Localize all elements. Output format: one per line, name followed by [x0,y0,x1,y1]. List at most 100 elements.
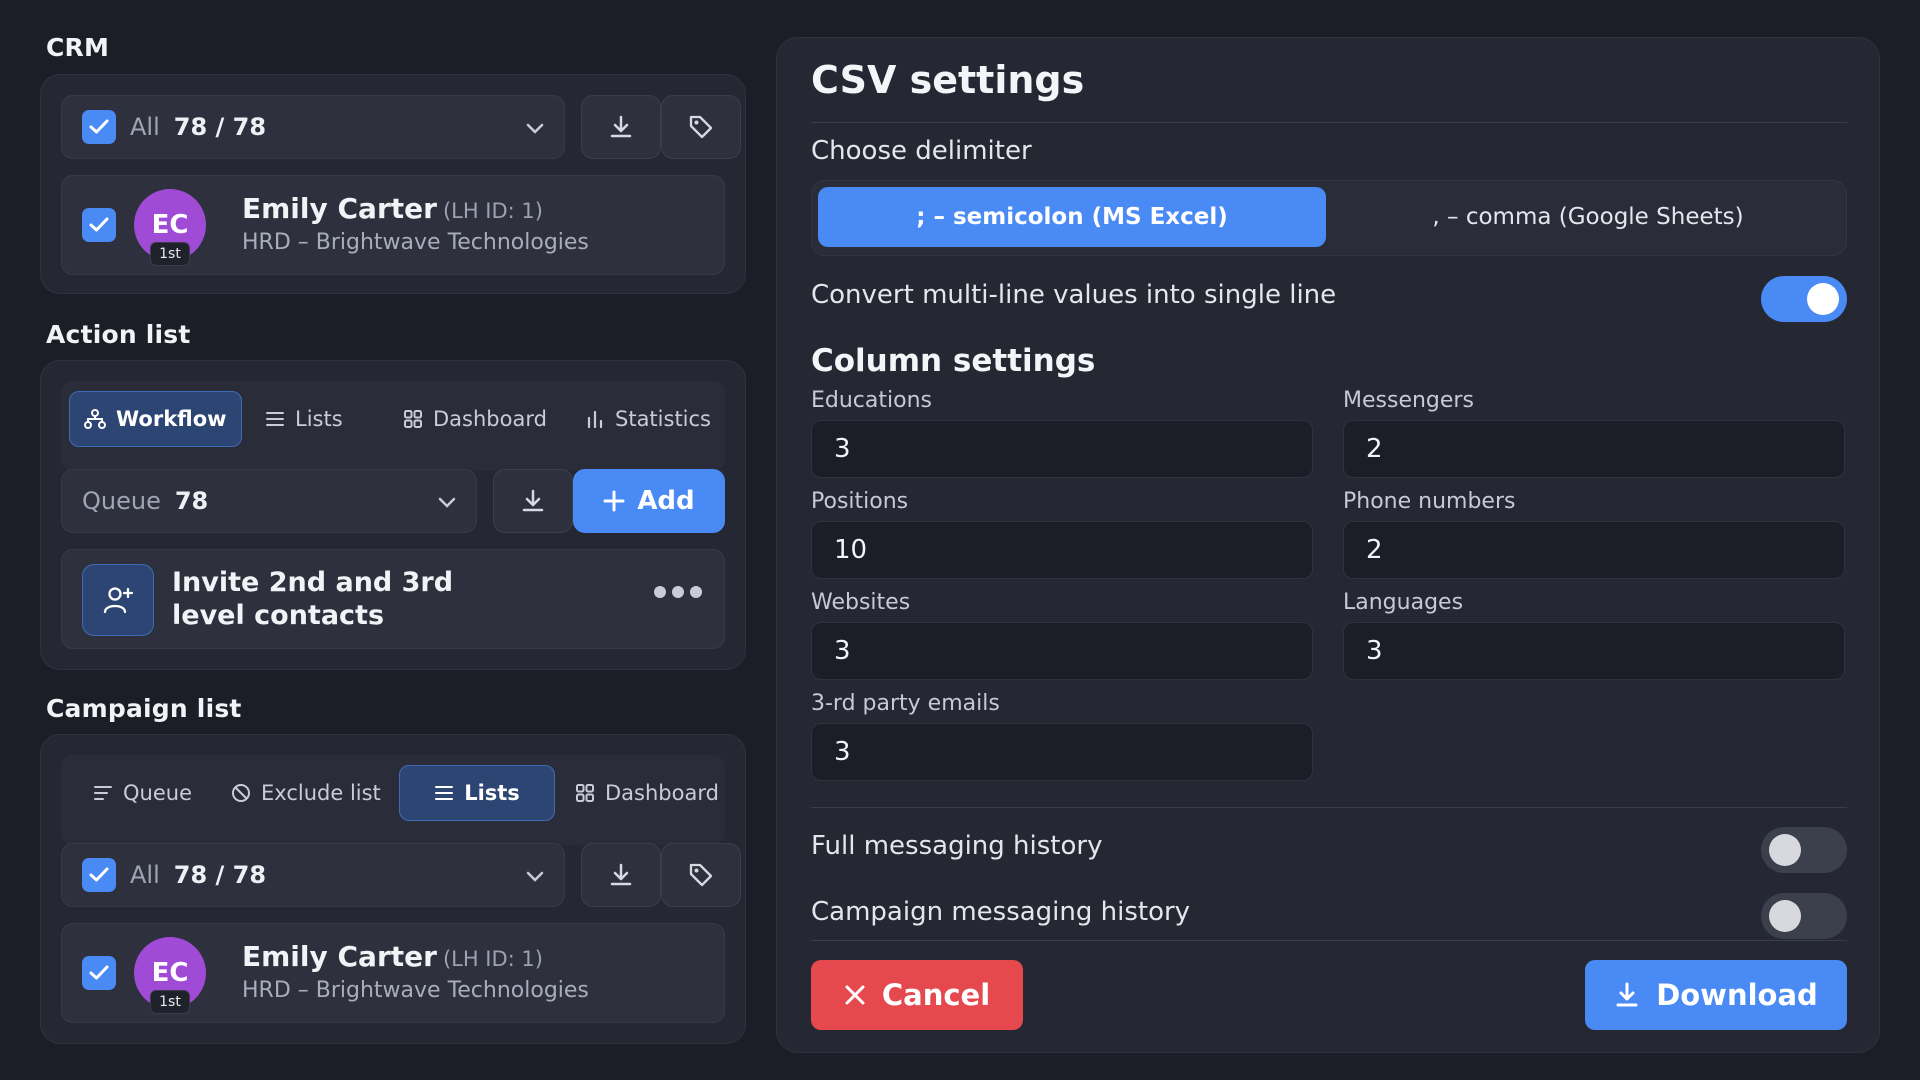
crm-card: All 78 / 78 EC 1st Emily Carter (LH ID: 1… [40,74,746,294]
delimiter-comma-option[interactable]: , – comma (Google Sheets) [1334,187,1842,247]
select-all-label: All [130,861,160,889]
convert-label: Convert multi-line values into single li… [811,280,1337,310]
educations-field[interactable]: 3 [811,420,1313,478]
tab-label: Statistics [615,407,711,431]
queue-icon [94,786,112,800]
websites-field[interactable]: 3 [811,622,1313,680]
campaign-list-title: Campaign list [46,694,242,723]
contact-checkbox[interactable] [82,956,116,990]
download-button[interactable]: Download [1585,960,1847,1030]
campaign-history-label: Campaign messaging history [811,897,1191,927]
tag-icon[interactable] [661,95,741,159]
select-all-label: All [130,113,160,141]
contact-checkbox[interactable] [82,208,116,242]
tag-icon[interactable] [661,843,741,907]
full-history-label: Full messaging history [811,831,1103,861]
chevron-down-icon[interactable] [438,487,456,515]
divider [811,122,1847,123]
list-icon [435,786,454,800]
cancel-label: Cancel [881,978,991,1012]
action-item[interactable]: Invite 2nd and 3rd level contacts [61,549,725,649]
full-history-toggle[interactable] [1761,827,1847,873]
tab-label: Workflow [116,407,227,431]
tab-label: Dashboard [433,407,547,431]
messengers-label: Messengers [1343,388,1474,413]
campaign-list-card: Queue Exclude list Lists Dashboard All 7… [40,734,746,1044]
contact-name: Emily Carter [242,192,437,225]
contact-card[interactable]: EC 1st Emily Carter (LH ID: 1) HRD – Brig… [61,923,725,1023]
contact-subtitle: HRD – Brightwave Technologies [242,978,589,1003]
websites-label: Websites [811,590,911,615]
languages-field[interactable]: 3 [1343,622,1845,680]
select-all-checkbox[interactable] [82,858,116,892]
tab-label: Exclude list [261,781,381,805]
contact-id: (LH ID: 1) [442,199,543,223]
chevron-down-icon[interactable] [526,113,544,141]
tab-workflow[interactable]: Workflow [69,391,242,447]
tab-statistics[interactable]: Statistics [571,391,725,447]
emails-field[interactable]: 3 [811,723,1313,781]
csv-settings-title: CSV settings [811,58,1085,102]
more-icon[interactable] [654,586,702,598]
queue-select[interactable]: Queue 78 [61,469,477,533]
column-settings-title: Column settings [811,343,1096,379]
tab-dashboard[interactable]: Dashboard [389,391,561,447]
select-count: 78 / 78 [173,861,267,889]
action-list-tabs: Workflow Lists Dashboard Statistics [61,381,725,471]
tab-label: Dashboard [605,781,719,805]
delimiter-semicolon-option[interactable]: ; – semicolon (MS Excel) [818,187,1326,247]
positions-label: Positions [811,489,909,514]
action-line-2: level contacts [172,600,385,631]
queue-label: Queue [82,487,161,515]
tab-dashboard[interactable]: Dashboard [561,765,733,821]
download-icon [1616,982,1638,1007]
tab-lists[interactable]: Lists [251,391,357,447]
download-icon[interactable] [493,469,573,533]
degree-badge: 1st [150,990,190,1014]
delimiter-selector: ; – semicolon (MS Excel) , – comma (Goog… [811,180,1847,256]
convert-toggle[interactable] [1761,276,1847,322]
tab-queue[interactable]: Queue [79,765,206,821]
delimiter-label: Choose delimiter [811,136,1032,166]
tab-label: Queue [123,781,192,805]
action-line-1: Invite 2nd and 3rd [172,567,454,598]
workflow-icon [84,409,106,429]
messengers-field[interactable]: 2 [1343,420,1845,478]
add-label: Add [637,486,695,516]
emails-label: 3-rd party emails [811,691,1000,716]
select-all-checkbox[interactable] [82,110,116,144]
positions-field[interactable]: 10 [811,521,1313,579]
download-icon[interactable] [581,843,661,907]
crm-title: CRM [46,33,110,62]
phone-numbers-field[interactable]: 2 [1343,521,1845,579]
add-user-icon [82,564,154,636]
action-item-title: Invite 2nd and 3rd level contacts [172,566,453,632]
contact-card[interactable]: EC 1st Emily Carter (LH ID: 1) HRD – Brig… [61,175,725,275]
tab-lists[interactable]: Lists [399,765,555,821]
phone-numbers-label: Phone numbers [1343,489,1516,514]
contact-name-row: Emily Carter (LH ID: 1) [242,940,543,973]
tab-label: Lists [295,407,343,431]
tab-exclude-list[interactable]: Exclude list [217,765,395,821]
contact-subtitle: HRD – Brightwave Technologies [242,230,589,255]
contact-id: (LH ID: 1) [442,947,543,971]
queue-count: 78 [174,487,209,515]
csv-settings-panel: CSV settings Choose delimiter ; – semico… [776,37,1880,1053]
campaign-history-toggle[interactable] [1761,893,1847,939]
campaign-list-tabs: Queue Exclude list Lists Dashboard [61,755,725,845]
cancel-button[interactable]: Cancel [811,960,1023,1030]
add-button[interactable]: Add [573,469,725,533]
campaign-select-all[interactable]: All 78 / 78 [61,843,565,907]
block-icon [232,784,250,802]
degree-badge: 1st [150,242,190,266]
languages-label: Languages [1343,590,1464,615]
tab-label: Lists [464,781,520,805]
download-icon[interactable] [581,95,661,159]
crm-select-all[interactable]: All 78 / 78 [61,95,565,159]
plus-icon [603,490,625,512]
divider [811,940,1847,941]
download-label: Download [1656,978,1818,1012]
action-list-card: Workflow Lists Dashboard Statistics Queu… [40,360,746,670]
chevron-down-icon[interactable] [526,861,544,889]
contact-name-row: Emily Carter (LH ID: 1) [242,192,543,225]
